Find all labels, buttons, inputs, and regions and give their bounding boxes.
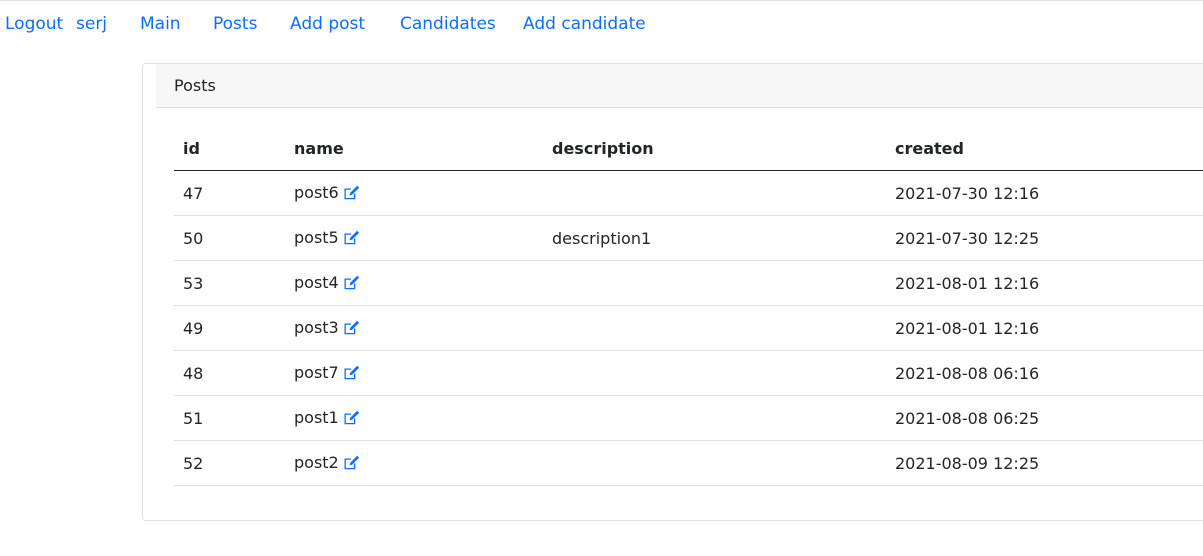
post-name: post3 bbox=[294, 317, 339, 337]
cell-created: 2021-08-09 12:25 bbox=[886, 440, 1203, 486]
cell-description: description1 bbox=[543, 215, 886, 261]
column-header-name: name bbox=[285, 127, 543, 171]
cell-created: 2021-08-01 12:16 bbox=[886, 260, 1203, 306]
add-post-link[interactable]: Add post bbox=[290, 10, 365, 38]
logout-link[interactable]: Logout bbox=[5, 10, 63, 38]
edit-icon[interactable] bbox=[343, 320, 360, 339]
cell-id: 49 bbox=[174, 305, 285, 351]
cell-created: 2021-08-08 06:25 bbox=[886, 395, 1203, 441]
cell-created: 2021-07-30 12:16 bbox=[886, 170, 1203, 216]
posts-table: id name description created 47 post6 2021-… bbox=[174, 127, 1203, 486]
cell-description bbox=[543, 260, 886, 306]
post-name: post1 bbox=[294, 407, 339, 427]
cell-id: 48 bbox=[174, 350, 285, 396]
table-body: 47 post6 2021-07-30 12:16 50 post5 descriptio… bbox=[174, 170, 1203, 486]
add-candidate-link[interactable]: Add candidate bbox=[523, 10, 646, 38]
cell-name: post1 bbox=[285, 395, 543, 441]
cell-description bbox=[543, 305, 886, 351]
cell-created: 2021-08-01 12:16 bbox=[886, 305, 1203, 351]
table-row: 47 post6 2021-07-30 12:16 bbox=[174, 170, 1203, 216]
cell-created: 2021-07-30 12:25 bbox=[886, 215, 1203, 261]
column-header-created: created bbox=[886, 127, 1203, 171]
edit-icon[interactable] bbox=[343, 365, 360, 384]
card-header: Posts bbox=[156, 64, 1203, 108]
post-name: post5 bbox=[294, 227, 339, 247]
posts-card: Posts id name description created 47 post… bbox=[142, 63, 1203, 521]
cell-name: post2 bbox=[285, 440, 543, 486]
cell-description bbox=[543, 395, 886, 441]
edit-icon[interactable] bbox=[343, 455, 360, 474]
cell-id: 47 bbox=[174, 170, 285, 216]
top-border bbox=[0, 0, 1203, 1]
cell-id: 53 bbox=[174, 260, 285, 306]
cell-created: 2021-08-08 06:16 bbox=[886, 350, 1203, 396]
cell-name: post7 bbox=[285, 350, 543, 396]
cell-description bbox=[543, 170, 886, 216]
cell-id: 52 bbox=[174, 440, 285, 486]
column-header-description: description bbox=[543, 127, 886, 171]
cell-id: 51 bbox=[174, 395, 285, 441]
table-row: 52 post2 2021-08-09 12:25 bbox=[174, 440, 1203, 486]
cell-description bbox=[543, 350, 886, 396]
posts-link[interactable]: Posts bbox=[213, 10, 257, 38]
post-name: post6 bbox=[294, 182, 339, 202]
user-link[interactable]: serj bbox=[76, 10, 107, 38]
table-header-row: id name description created bbox=[174, 127, 1203, 171]
cell-name: post3 bbox=[285, 305, 543, 351]
edit-icon[interactable] bbox=[343, 185, 360, 204]
post-name: post7 bbox=[294, 362, 339, 382]
edit-icon[interactable] bbox=[343, 275, 360, 294]
post-name: post2 bbox=[294, 452, 339, 472]
candidates-link[interactable]: Candidates bbox=[400, 10, 496, 38]
column-header-id: id bbox=[174, 127, 285, 171]
table-row: 49 post3 2021-08-01 12:16 bbox=[174, 305, 1203, 351]
table-row: 50 post5 description1 2021-07-30 12:25 bbox=[174, 215, 1203, 261]
cell-name: post6 bbox=[285, 170, 543, 216]
cell-name: post4 bbox=[285, 260, 543, 306]
edit-icon[interactable] bbox=[343, 410, 360, 429]
post-name: post4 bbox=[294, 272, 339, 292]
table-row: 48 post7 2021-08-08 06:16 bbox=[174, 350, 1203, 396]
edit-icon[interactable] bbox=[343, 230, 360, 249]
cell-description bbox=[543, 440, 886, 486]
table-row: 51 post1 2021-08-08 06:25 bbox=[174, 395, 1203, 441]
table-row: 53 post4 2021-08-01 12:16 bbox=[174, 260, 1203, 306]
main-link[interactable]: Main bbox=[140, 10, 181, 38]
cell-id: 50 bbox=[174, 215, 285, 261]
cell-name: post5 bbox=[285, 215, 543, 261]
